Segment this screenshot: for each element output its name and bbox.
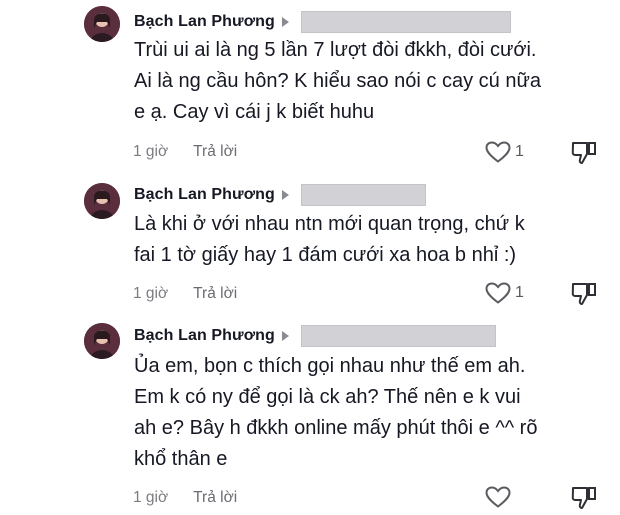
timestamp: 1 giờ (133, 143, 169, 160)
comment-line: khổ thân e (134, 448, 228, 470)
thumbs-down-icon (571, 283, 596, 305)
comment-meta: 1 giờ Trả lời (133, 285, 237, 303)
timestamp: 1 giờ (133, 285, 169, 302)
dislike-button[interactable] (570, 281, 598, 307)
comment-header: Bạch Lan Phương (134, 183, 426, 207)
reply-button[interactable]: Trả lời (193, 143, 237, 161)
comment-line: Ủa em, bọn c thích gọi nhau như thế em a… (134, 355, 526, 377)
comment-line: Em k có ny để gọi là ck ah? Thế nên e k … (134, 386, 521, 408)
author-name[interactable]: Bạch Lan Phương (134, 186, 275, 204)
redacted-reply-target (300, 11, 511, 33)
like-count: 1 (515, 284, 524, 301)
avatar-photo-icon (84, 183, 120, 219)
comment-line: Ai là ng cầu hôn? K hiểu sao nói c cay c… (134, 70, 541, 92)
timestamp: 1 giờ (133, 489, 169, 506)
heart-outline-icon (485, 282, 511, 304)
like-button[interactable] (484, 485, 515, 509)
reply-button[interactable]: Trả lời (193, 489, 237, 507)
comment-header: Bạch Lan Phương (134, 10, 511, 34)
author-name[interactable]: Bạch Lan Phương (134, 327, 275, 345)
comment-text: Là khi ở với nhau ntn mới quan trọng, ch… (134, 209, 604, 271)
author-name[interactable]: Bạch Lan Phương (134, 13, 275, 31)
reply-button[interactable]: Trả lời (193, 285, 237, 303)
comment-header: Bạch Lan Phương (134, 324, 496, 348)
dislike-button[interactable] (570, 140, 598, 166)
comment-line: ah e? Bây h đkkh online mấy phút thôi e … (134, 417, 538, 439)
avatar[interactable] (84, 6, 120, 42)
avatar[interactable] (84, 323, 120, 359)
like-count: 1 (515, 143, 524, 160)
comment-text: Ủa em, bọn c thích gọi nhau như thế em a… (134, 351, 604, 475)
heart-outline-icon (485, 141, 511, 163)
comment-meta: 1 giờ Trả lời (133, 143, 237, 161)
thumbs-down-icon (571, 142, 596, 164)
comment-line: e ạ. Cay vì cái j k biết huhu (134, 101, 375, 123)
comment-line: fai 1 tờ giấy hay 1 đám cưới xa hoa b nh… (134, 244, 517, 266)
redacted-reply-target (300, 184, 426, 206)
caret-right-icon (281, 17, 289, 27)
comment-text: Trùi ui ai là ng 5 lần 7 lượt đòi đkkh, … (134, 35, 604, 128)
caret-right-icon (281, 190, 289, 200)
redacted-reply-target (300, 325, 496, 347)
avatar-photo-icon (84, 323, 120, 359)
caret-right-icon (281, 331, 289, 341)
like-button[interactable]: 1 (484, 140, 524, 164)
heart-outline-icon (485, 486, 511, 508)
like-button[interactable]: 1 (484, 281, 524, 305)
comment-line: Là khi ở với nhau ntn mới quan trọng, ch… (134, 213, 525, 235)
dislike-button[interactable] (570, 485, 598, 511)
avatar-photo-icon (84, 6, 120, 42)
comment-line: Trùi ui ai là ng 5 lần 7 lượt đòi đkkh, … (134, 39, 537, 61)
avatar[interactable] (84, 183, 120, 219)
comment-meta: 1 giờ Trả lời (133, 489, 237, 507)
thumbs-down-icon (571, 487, 596, 509)
